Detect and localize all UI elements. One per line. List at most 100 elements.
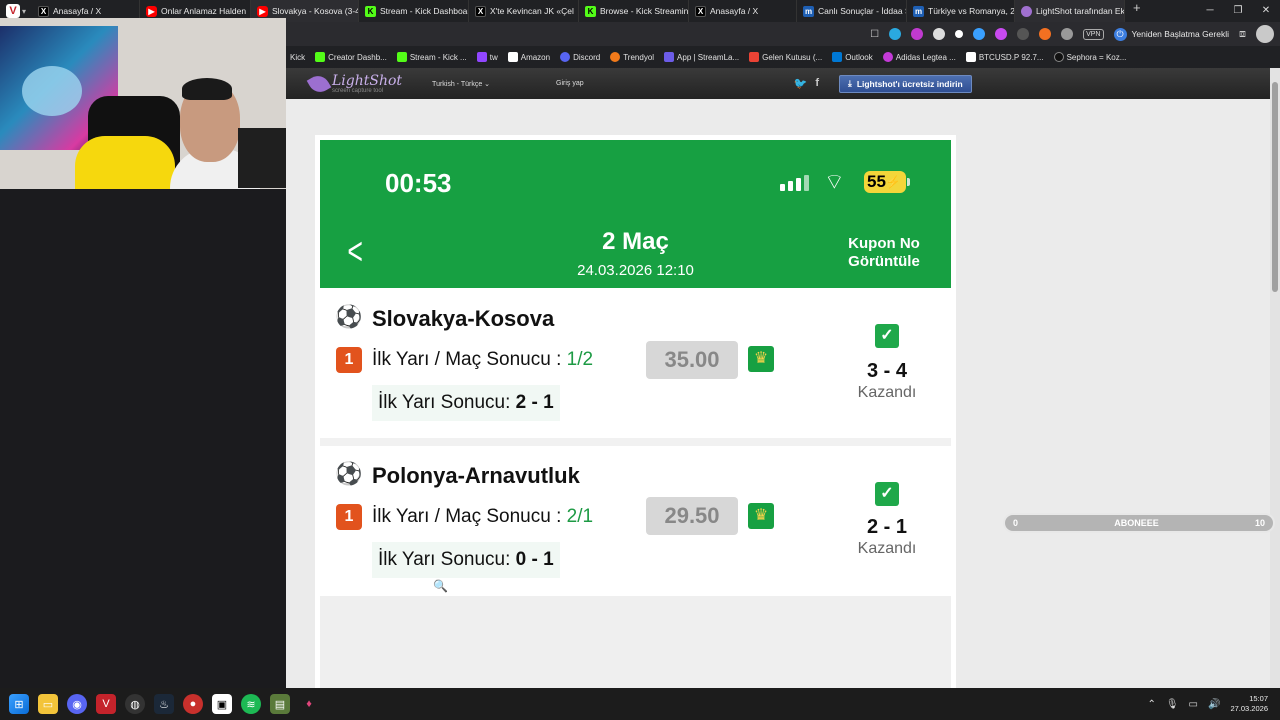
final-score: 2 - 1 [866, 516, 908, 538]
tab-lightshot[interactable]: LightShot tarafından Ek [1015, 0, 1125, 22]
vivaldi-icon[interactable]: V [96, 694, 116, 714]
restore-icon[interactable]: ❐ [1224, 0, 1252, 22]
page-scrollbar[interactable] [1270, 68, 1280, 688]
profile-avatar[interactable] [1256, 25, 1274, 43]
extension-icon[interactable] [933, 28, 946, 40]
scrollbar-thumb[interactable] [1272, 82, 1278, 292]
language-selector[interactable]: Turkish - Türkçe ⌄ [432, 80, 490, 88]
extension-icon[interactable] [995, 28, 1008, 40]
status-label: Kazandı [857, 384, 917, 401]
x-icon: X [38, 5, 49, 17]
bookmark-tw[interactable]: tw [476, 52, 498, 62]
extension-icon[interactable] [1039, 28, 1052, 40]
spotify-icon[interactable]: ≋ [241, 694, 261, 714]
twitter-icon[interactable]: 🐦 [794, 77, 808, 90]
extension-icon[interactable] [889, 28, 902, 40]
steam-icon[interactable]: ♨ [154, 694, 174, 714]
mackolik-icon: m [913, 5, 924, 17]
view-coupon-no-button[interactable]: Kupon No Görüntüle [834, 235, 934, 271]
lightshot-logo[interactable]: LightShot screen capture tool [306, 71, 403, 96]
zoom-cursor-icon: 🔍 [433, 579, 448, 593]
tab-kick-dashboard[interactable]: K Stream - Kick Dashboard [359, 0, 469, 22]
goal-label: ABONEEE [1114, 518, 1159, 528]
goal-target: 10 [1254, 518, 1265, 528]
battery-icon: 55 ⚡ [864, 171, 910, 193]
kick-icon [315, 52, 326, 62]
youtube-icon: ▶ [146, 5, 157, 17]
extension-icon[interactable] [955, 30, 964, 38]
bookmark-trendyol[interactable]: Trendyol [610, 52, 654, 62]
tab-x-kevincan[interactable]: X X'te Kevincan JK «Çel [469, 0, 579, 22]
bookmark-icon[interactable]: ☐ [870, 29, 879, 40]
tab-kick-browse[interactable]: K Browse - Kick Streaming [579, 0, 689, 22]
app-pin-icon[interactable]: ♦ [299, 694, 319, 714]
bookmark-stream-kick[interactable]: Stream - Kick ... [396, 52, 467, 62]
tab-turkiye-romanya[interactable]: mTürkiye vs Romanya, 26.( [907, 0, 1015, 22]
extension-icon[interactable] [1061, 28, 1074, 40]
extension-toolbar: ☐ VPN ⏻ Yeniden Başlatma Gerekli ⧈ [870, 25, 1280, 43]
tab-anasayfa-x-2[interactable]: X Anasayfa / X [689, 0, 797, 22]
twitch-icon [476, 52, 487, 62]
bookmark-creator-dashboard[interactable]: Creator Dashb... [315, 52, 387, 62]
windows-taskbar: ⊞ ▭ ◉ V ◍ ♨ ● ▣ ≋ ▤ ♦ ⌃ 🎙 ▭ 🔊 15:07 27.0… [0, 688, 1280, 720]
bookmark-sephora[interactable]: Sephora = Koz... [1053, 52, 1126, 62]
extension-icon[interactable] [1017, 28, 1030, 40]
bookmark-amazon[interactable]: Amazon [507, 52, 550, 62]
mackolik-icon: m [803, 5, 814, 17]
adidas-icon [882, 52, 893, 62]
bookmark-discord[interactable]: Discord [560, 52, 600, 62]
discord-icon [560, 52, 571, 62]
chevron-up-icon[interactable]: ⌃ [1147, 699, 1155, 710]
lightshot-subtitle: screen capture tool [332, 87, 384, 94]
facebook-icon[interactable]: f [815, 77, 819, 90]
clock[interactable]: 15:07 27.03.2026 [1230, 694, 1268, 714]
gift-icon[interactable]: ⧈ [1239, 28, 1246, 41]
match-name: Slovakya-Kosova [372, 306, 555, 331]
tab-canli-sonuclar[interactable]: m Canlı Sonuçlar - İddaa S [797, 0, 907, 22]
match-card: ⚽ Slovakya-Kosova 1 İlk Yarı / Maç Sonuc… [320, 288, 951, 438]
subscriber-goal-bar: 0 ABONEEE 10 [1003, 513, 1275, 533]
bookmark-adidas[interactable]: Adidas Legtea ... [882, 52, 956, 62]
lightshot-name: LightShot [332, 72, 403, 89]
download-lightshot-button[interactable]: ⤓ Lightshot'ı ücretsiz indirin [839, 74, 972, 93]
windows-start-icon[interactable]: ⊞ [9, 694, 29, 714]
kick-icon: K [585, 5, 596, 17]
bookmark-btcusd[interactable]: BTCUSD.P 92.7... [965, 52, 1044, 62]
discord-icon[interactable]: ◉ [67, 694, 87, 714]
x-icon: X [695, 5, 706, 17]
bet-market: İlk Yarı / Maç Sonucu : 2/1 [372, 506, 594, 527]
extension-icon[interactable] [973, 28, 986, 40]
goal-current: 0 [1013, 518, 1019, 528]
webcam-overlay [0, 18, 286, 189]
bookmark-outlook[interactable]: Outlook [832, 52, 873, 62]
login-link[interactable]: Giriş yap [556, 80, 584, 87]
kick-icon [396, 52, 407, 62]
yellow-jersey [75, 136, 175, 189]
monitor [238, 128, 286, 188]
close-icon[interactable]: ✕ [1252, 0, 1280, 22]
bet-number-badge: 1 [336, 504, 362, 530]
half-time-result: İlk Yarı Sonucu: 2 - 1 [372, 385, 560, 421]
vpn-button[interactable]: VPN [1083, 28, 1104, 40]
capcut-icon[interactable]: ▣ [212, 694, 232, 714]
game-icon[interactable]: ▤ [270, 694, 290, 714]
extension-icon[interactable] [911, 28, 924, 40]
network-icon[interactable]: ▭ [1189, 699, 1198, 710]
restart-required-button[interactable]: ⏻ Yeniden Başlatma Gerekli [1113, 27, 1229, 41]
check-icon: ✓ [875, 482, 899, 506]
odds-value: 29.50 [646, 497, 738, 535]
streamlabs-icon [664, 52, 675, 62]
bookmark-gmail[interactable]: Gelen Kutusu (... [749, 52, 822, 62]
volume-icon[interactable]: 🔊 [1208, 699, 1220, 710]
bookmark-streamlabs[interactable]: App | StreamLa... [664, 52, 739, 62]
bookmark-kick[interactable]: Kick [290, 53, 305, 62]
obs-icon[interactable]: ◍ [125, 694, 145, 714]
new-tab-button[interactable]: + [1125, 0, 1149, 22]
app-icon[interactable]: ● [183, 694, 203, 714]
file-explorer-icon[interactable]: ▭ [38, 694, 58, 714]
check-icon: ✓ [875, 324, 899, 348]
status-label: Kazandı [857, 540, 917, 557]
gmail-icon [749, 52, 760, 62]
microphone-icon[interactable]: 🎙 [1166, 699, 1179, 710]
minimize-icon[interactable]: ─ [1196, 0, 1224, 22]
